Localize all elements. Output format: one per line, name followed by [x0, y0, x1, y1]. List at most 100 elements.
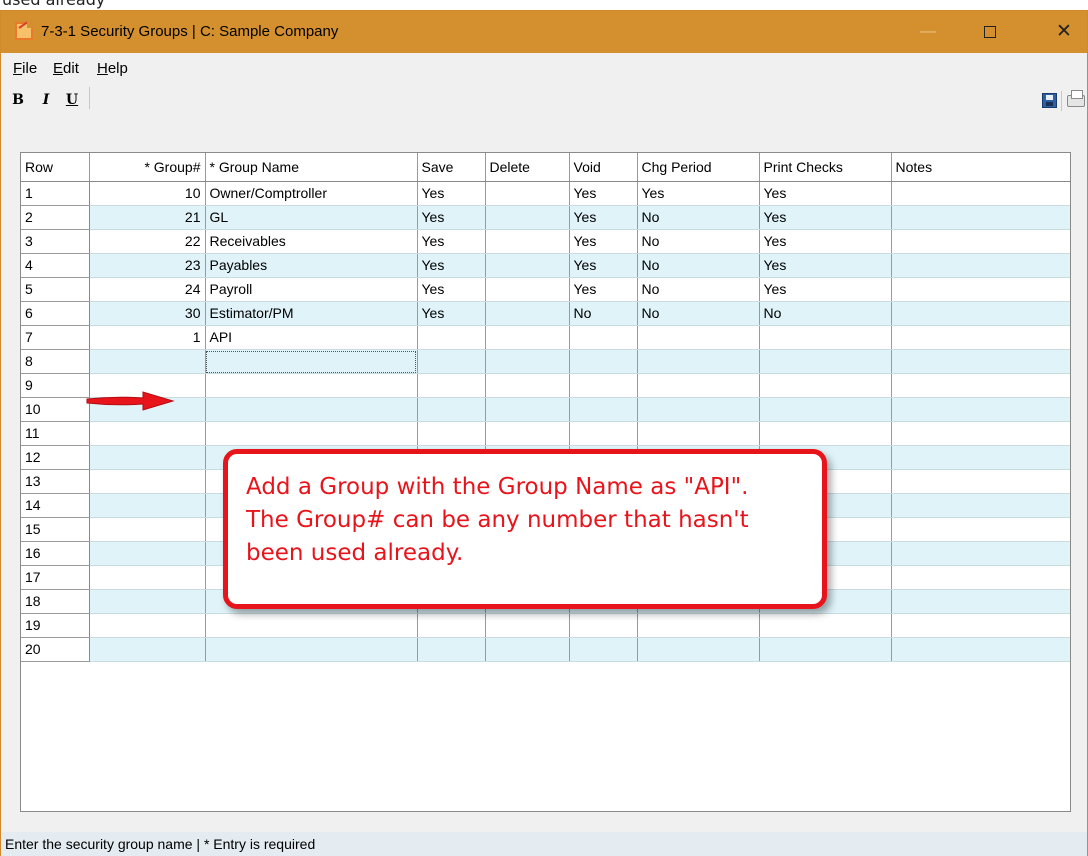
save-cell[interactable]	[417, 637, 486, 662]
void-cell[interactable]	[569, 613, 638, 638]
delete-cell[interactable]	[485, 421, 570, 446]
underline-button[interactable]: U	[63, 89, 81, 111]
notes-cell[interactable]	[891, 445, 1070, 470]
notes-cell[interactable]	[891, 229, 1070, 254]
void-cell[interactable]	[569, 325, 638, 350]
notes-cell[interactable]	[891, 181, 1070, 206]
column-header-row[interactable]: Row	[21, 153, 90, 182]
chg-period-cell[interactable]	[637, 349, 760, 374]
print-checks-cell[interactable]	[759, 373, 892, 398]
void-cell[interactable]	[569, 637, 638, 662]
void-cell[interactable]: Yes	[569, 205, 638, 230]
print-checks-cell[interactable]: Yes	[759, 229, 892, 254]
delete-cell[interactable]	[485, 277, 570, 302]
save-cell[interactable]	[417, 325, 486, 350]
column-header-chg-period[interactable]: Chg Period	[637, 153, 760, 182]
group-number-cell[interactable]	[89, 421, 206, 446]
group-name-cell[interactable]: Estimator/PM	[205, 301, 418, 326]
print-checks-cell[interactable]	[759, 397, 892, 422]
notes-cell[interactable]	[891, 589, 1070, 614]
table-row[interactable]: 6 30 Estimator/PM Yes No No No	[21, 301, 1070, 326]
delete-cell[interactable]	[485, 613, 570, 638]
chg-period-cell[interactable]: No	[637, 277, 760, 302]
delete-cell[interactable]	[485, 181, 570, 206]
chg-period-cell[interactable]	[637, 613, 760, 638]
group-number-cell[interactable]	[89, 565, 206, 590]
notes-cell[interactable]	[891, 373, 1070, 398]
notes-cell[interactable]	[891, 397, 1070, 422]
print-checks-cell[interactable]	[759, 613, 892, 638]
chg-period-cell[interactable]: No	[637, 301, 760, 326]
notes-cell[interactable]	[891, 205, 1070, 230]
group-name-cell[interactable]	[205, 613, 418, 638]
close-button[interactable]: ✕	[1041, 11, 1087, 53]
print-checks-cell[interactable]	[759, 349, 892, 374]
delete-cell[interactable]	[485, 301, 570, 326]
title-bar[interactable]: 7-3-1 Security Groups | C: Sample Compan…	[1, 11, 1087, 53]
print-checks-cell[interactable]	[759, 421, 892, 446]
save-cell[interactable]	[417, 397, 486, 422]
notes-cell[interactable]	[891, 277, 1070, 302]
print-checks-cell[interactable]: No	[759, 301, 892, 326]
group-name-cell[interactable]	[205, 397, 418, 422]
chg-period-cell[interactable]: Yes	[637, 181, 760, 206]
print-checks-cell[interactable]	[759, 637, 892, 662]
column-header-group-name[interactable]: * Group Name	[205, 153, 418, 182]
menu-help[interactable]: Help	[97, 60, 128, 78]
column-header-save[interactable]: Save	[417, 153, 486, 182]
notes-cell[interactable]	[891, 421, 1070, 446]
menu-file[interactable]: File	[13, 60, 37, 78]
group-name-cell[interactable]	[205, 637, 418, 662]
chg-period-cell[interactable]	[637, 325, 760, 350]
group-number-cell[interactable]	[89, 517, 206, 542]
chg-period-cell[interactable]: No	[637, 253, 760, 278]
chg-period-cell[interactable]	[637, 373, 760, 398]
group-name-cell[interactable]: GL	[205, 205, 418, 230]
notes-cell[interactable]	[891, 253, 1070, 278]
group-number-cell[interactable]	[89, 541, 206, 566]
group-number-cell[interactable]	[89, 469, 206, 494]
group-name-cell[interactable]: API	[205, 325, 418, 350]
table-row[interactable]: 2 21 GL Yes Yes No Yes	[21, 205, 1070, 230]
delete-cell[interactable]	[485, 397, 570, 422]
print-icon[interactable]	[1067, 90, 1085, 107]
table-row[interactable]: 7 1 API	[21, 325, 1070, 350]
group-name-cell[interactable]	[205, 421, 418, 446]
column-header-print-checks[interactable]: Print Checks	[759, 153, 892, 182]
group-number-cell[interactable]	[89, 613, 206, 638]
column-header-group-number[interactable]: * Group#	[89, 153, 206, 182]
group-number-cell[interactable]	[89, 637, 206, 662]
void-cell[interactable]: No	[569, 301, 638, 326]
group-number-cell[interactable]	[89, 493, 206, 518]
table-row[interactable]: 1 10 Owner/Comptroller Yes Yes Yes Yes	[21, 181, 1070, 206]
save-cell[interactable]: Yes	[417, 229, 486, 254]
notes-cell[interactable]	[891, 541, 1070, 566]
save-cell[interactable]: Yes	[417, 181, 486, 206]
notes-cell[interactable]	[891, 493, 1070, 518]
chg-period-cell[interactable]	[637, 397, 760, 422]
delete-cell[interactable]	[485, 373, 570, 398]
notes-cell[interactable]	[891, 349, 1070, 374]
group-number-cell[interactable]: 24	[89, 277, 206, 302]
table-row[interactable]: 4 23 Payables Yes Yes No Yes	[21, 253, 1070, 278]
group-name-cell[interactable]	[205, 349, 418, 374]
save-cell[interactable]	[417, 349, 486, 374]
group-name-cell[interactable]	[205, 373, 418, 398]
delete-cell[interactable]	[485, 253, 570, 278]
group-name-cell[interactable]: Receivables	[205, 229, 418, 254]
table-row[interactable]: 20	[21, 637, 1070, 662]
delete-cell[interactable]	[485, 349, 570, 374]
group-number-cell[interactable]: 1	[89, 325, 206, 350]
save-cell[interactable]: Yes	[417, 277, 486, 302]
print-checks-cell[interactable]: Yes	[759, 205, 892, 230]
save-cell[interactable]	[417, 373, 486, 398]
group-number-cell[interactable]: 23	[89, 253, 206, 278]
void-cell[interactable]	[569, 421, 638, 446]
table-row[interactable]: 11	[21, 421, 1070, 446]
notes-cell[interactable]	[891, 325, 1070, 350]
group-number-cell[interactable]: 10	[89, 181, 206, 206]
notes-cell[interactable]	[891, 301, 1070, 326]
italic-button[interactable]: I	[37, 89, 55, 111]
save-cell[interactable]	[417, 613, 486, 638]
notes-cell[interactable]	[891, 565, 1070, 590]
